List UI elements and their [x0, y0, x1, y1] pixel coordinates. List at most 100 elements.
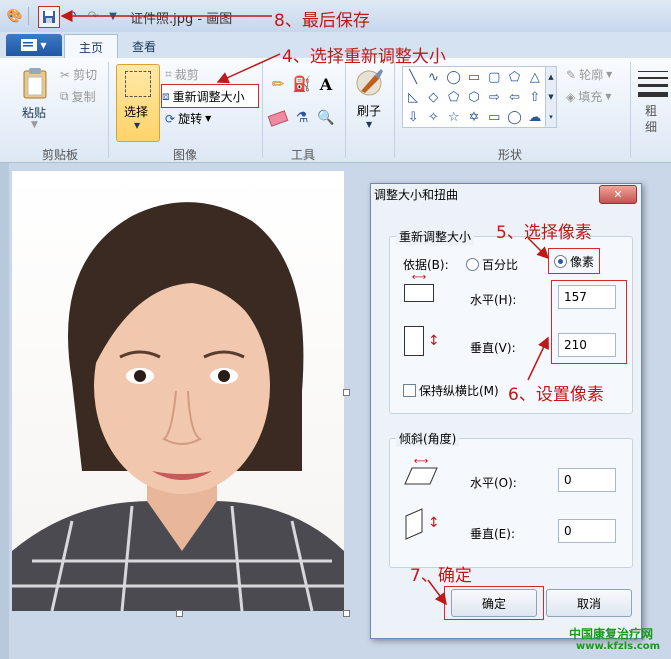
cancel-button[interactable]: 取消 — [546, 589, 632, 617]
polygon-shape-icon[interactable]: ⬠ — [509, 70, 520, 85]
watermark-url: www.kfzls.com — [576, 641, 661, 652]
percent-label: 百分比 — [482, 258, 519, 272]
group-label-tools: 工具 — [290, 148, 315, 162]
shapes-gallery[interactable]: ╲ ∿ ◯ ▭ ▢ ⬠ △ ◺ ◇ ⬠ ⬡ ⇨ ⇦ ⇧ ⇩ ✧ ☆ ✡ ▭ ◯ … — [402, 66, 546, 128]
keep-aspect-label: 保持纵横比(M) — [419, 384, 499, 398]
tab-home[interactable]: 主页 — [64, 34, 118, 59]
callout-cloud-icon[interactable]: ☁ — [528, 110, 541, 125]
left-arrow-shape-icon[interactable]: ⇦ — [509, 90, 520, 105]
eraser-icon[interactable] — [267, 108, 289, 128]
text-tool-icon[interactable]: A — [316, 74, 336, 94]
fill-button[interactable]: ◈ 填充 ▼ — [566, 88, 611, 105]
oval-shape-icon[interactable]: ◯ — [446, 70, 461, 85]
undo-icon[interactable]: ↶ — [62, 7, 80, 25]
callout-rect-icon[interactable]: ▭ — [488, 110, 500, 125]
pixels-label: 像素 — [569, 254, 594, 269]
annotation-step6: 6、设置像素 — [508, 385, 604, 405]
crop-button[interactable]: ⌗ 裁剪 — [165, 66, 199, 83]
callout-oval-icon[interactable]: ◯ — [507, 110, 522, 125]
line-shape-icon[interactable]: ╲ — [409, 70, 417, 85]
six-point-star-icon[interactable]: ✡ — [469, 110, 480, 125]
by-label: 依据(B): — [403, 258, 449, 272]
group-label-shapes: 形状 — [497, 148, 522, 162]
magnifier-icon[interactable]: 🔍 — [316, 108, 336, 128]
rounded-rect-shape-icon[interactable]: ▢ — [488, 70, 500, 85]
redo-icon[interactable]: ↷ — [84, 7, 102, 25]
dialog-close-button[interactable]: ✕ — [599, 185, 637, 204]
vertical-input[interactable]: 210 — [558, 333, 616, 357]
canvas-photo[interactable] — [12, 171, 344, 612]
horizontal-label: 水平(H): — [470, 293, 517, 307]
copy-label: 复制 — [71, 90, 96, 104]
fill-icon: ◈ — [566, 89, 576, 104]
pixels-radio-circle — [553, 254, 567, 268]
cut-button[interactable]: ✂ 剪切 — [60, 66, 97, 83]
pixels-radio[interactable]: 像素 — [548, 248, 600, 274]
save-icon[interactable] — [38, 6, 60, 28]
keep-aspect-checkbox[interactable]: 保持纵横比(M) — [403, 382, 499, 399]
outline-button[interactable]: ✎ 轮廓 ▼ — [566, 66, 612, 83]
horizontal-input[interactable]: 157 — [558, 285, 616, 309]
rectangle-shape-icon[interactable]: ▭ — [468, 70, 480, 85]
horizontal-skew-icon: ⟷ — [404, 457, 438, 488]
shapes-scroll[interactable]: ▲ ▼ ▾ — [545, 66, 557, 128]
select-rect-icon — [125, 71, 151, 97]
triangle-shape-icon[interactable]: △ — [530, 70, 540, 85]
percent-radio-circle — [466, 258, 479, 271]
down-arrow-shape-icon[interactable]: ⇩ — [408, 110, 419, 125]
brushes-dropdown-icon[interactable]: ▼ — [366, 120, 372, 129]
vertical-skew-icon: ↕ — [404, 508, 444, 542]
rotate-dropdown-icon: ▼ — [205, 114, 212, 123]
customize-icon[interactable]: ▼ — [104, 7, 122, 25]
paint-app-icon[interactable]: 🎨 — [6, 7, 24, 25]
watermark-name: 中国康复治疗网 — [569, 627, 654, 641]
rotate-button[interactable]: ⟳ 旋转 ▼ — [165, 110, 211, 127]
ok-button[interactable]: 确定 — [451, 589, 537, 617]
checkbox-box — [403, 384, 416, 397]
percent-radio[interactable]: 百分比 — [466, 256, 518, 273]
scissors-icon: ✂ — [60, 67, 71, 82]
select-label: 选择 — [124, 105, 149, 119]
group-label-clipboard: 剪贴板 — [41, 148, 78, 162]
skew-vertical-input[interactable]: 0 — [558, 519, 616, 543]
paste-button-label[interactable]: 粘贴 — [22, 104, 46, 121]
brush-icon[interactable] — [354, 66, 386, 98]
five-point-star-icon[interactable]: ☆ — [448, 110, 460, 125]
resize-handle-right[interactable] — [343, 389, 350, 396]
group-divider — [630, 62, 631, 158]
resize-handle-corner[interactable] — [343, 610, 350, 617]
up-arrow-shape-icon[interactable]: ⇧ — [529, 90, 540, 105]
hexagon-shape-icon[interactable]: ⬡ — [468, 90, 479, 105]
outline-label: 轮廓 — [579, 68, 604, 82]
right-triangle-shape-icon[interactable]: ◺ — [408, 90, 418, 105]
fill-bucket-icon[interactable]: ⛽ — [292, 74, 312, 94]
skew-vertical-label: 垂直(E): — [470, 527, 515, 541]
outline-icon: ✎ — [566, 67, 577, 82]
rotate-label: 旋转 — [178, 112, 203, 126]
paste-dropdown-icon[interactable]: ▼ — [31, 120, 38, 130]
cut-label: 剪切 — [73, 68, 98, 82]
annotation-step4: 4、选择重新调整大小 — [282, 47, 446, 67]
brushes-button-label[interactable]: 刷子 — [357, 102, 381, 119]
pencil-icon[interactable]: ✏ — [268, 74, 288, 94]
resize-handle-bottom[interactable] — [176, 610, 183, 617]
paste-icon[interactable] — [20, 66, 50, 100]
tab-view[interactable]: 查看 — [118, 34, 170, 58]
curve-shape-icon[interactable]: ∿ — [428, 70, 439, 85]
resize-button[interactable]: ⧈ 重新调整大小 — [161, 84, 259, 108]
right-arrow-shape-icon[interactable]: ⇨ — [489, 90, 500, 105]
resize-icon: ⧈ — [162, 88, 170, 103]
diamond-shape-icon[interactable]: ◇ — [428, 90, 438, 105]
canvas-left-edge — [0, 163, 9, 659]
color-picker-icon[interactable]: ⚗ — [292, 108, 312, 128]
line-size-icon[interactable] — [638, 68, 668, 102]
file-menu-button[interactable]: ▼ — [6, 34, 62, 56]
copy-button[interactable]: ⧉ 复制 — [60, 88, 96, 105]
four-point-star-icon[interactable]: ✧ — [428, 110, 439, 125]
pentagon-shape-icon[interactable]: ⬠ — [448, 90, 459, 105]
select-button[interactable]: 选择 ▼ — [116, 64, 160, 142]
skew-horizontal-input[interactable]: 0 — [558, 468, 616, 492]
size-label-thick: 粗 — [645, 104, 658, 118]
skew-legend: 倾斜(角度) — [396, 430, 460, 447]
annotation-step8: 8、最后保存 — [274, 11, 370, 31]
